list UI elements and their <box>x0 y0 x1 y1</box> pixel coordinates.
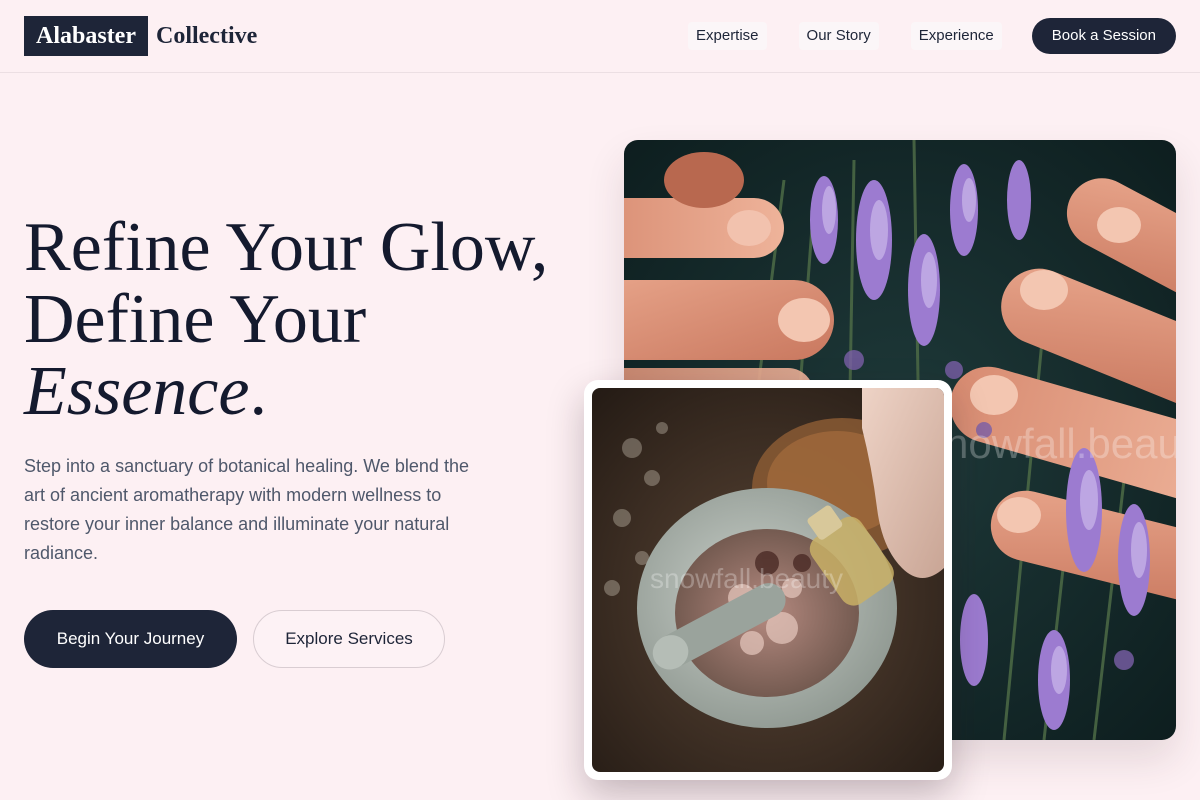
headline-line-3: Essence. <box>24 356 604 428</box>
site-header: Alabaster Collective Expertise Our Story… <box>0 0 1200 73</box>
explore-services-button[interactable]: Explore Services <box>253 610 445 668</box>
headline-line-1: Refine Your Glow, <box>24 209 549 286</box>
mortar-photo-frame: snowfall.beauty <box>584 380 952 780</box>
nav-link-experience[interactable]: Experience <box>910 22 1002 50</box>
headline-line-2: Define Your <box>24 281 367 358</box>
watermark-large: snowfall.beauty <box>924 420 1176 467</box>
nav-link-our-story[interactable]: Our Story <box>798 22 879 50</box>
logo-wordmark: Collective <box>155 23 258 49</box>
begin-journey-button[interactable]: Begin Your Journey <box>24 610 237 668</box>
hero-description: Step into a sanctuary of botanical heali… <box>24 456 469 563</box>
nav-link-expertise[interactable]: Expertise <box>688 22 767 50</box>
headline-period: . <box>249 353 267 430</box>
watermark-small: snowfall.beauty <box>650 563 843 594</box>
hero-headline: Refine Your Glow, Define Your Essence. <box>24 212 604 428</box>
main-nav: Expertise Our Story Experience Book a Se… <box>688 18 1176 54</box>
brand-logo[interactable]: Alabaster Collective <box>24 16 257 56</box>
logo-mark: Alabaster <box>24 16 148 56</box>
book-session-button[interactable]: Book a Session <box>1031 18 1176 54</box>
headline-emphasis: Essence <box>24 353 250 430</box>
mortar-pestle-photo: snowfall.beauty <box>592 388 944 772</box>
